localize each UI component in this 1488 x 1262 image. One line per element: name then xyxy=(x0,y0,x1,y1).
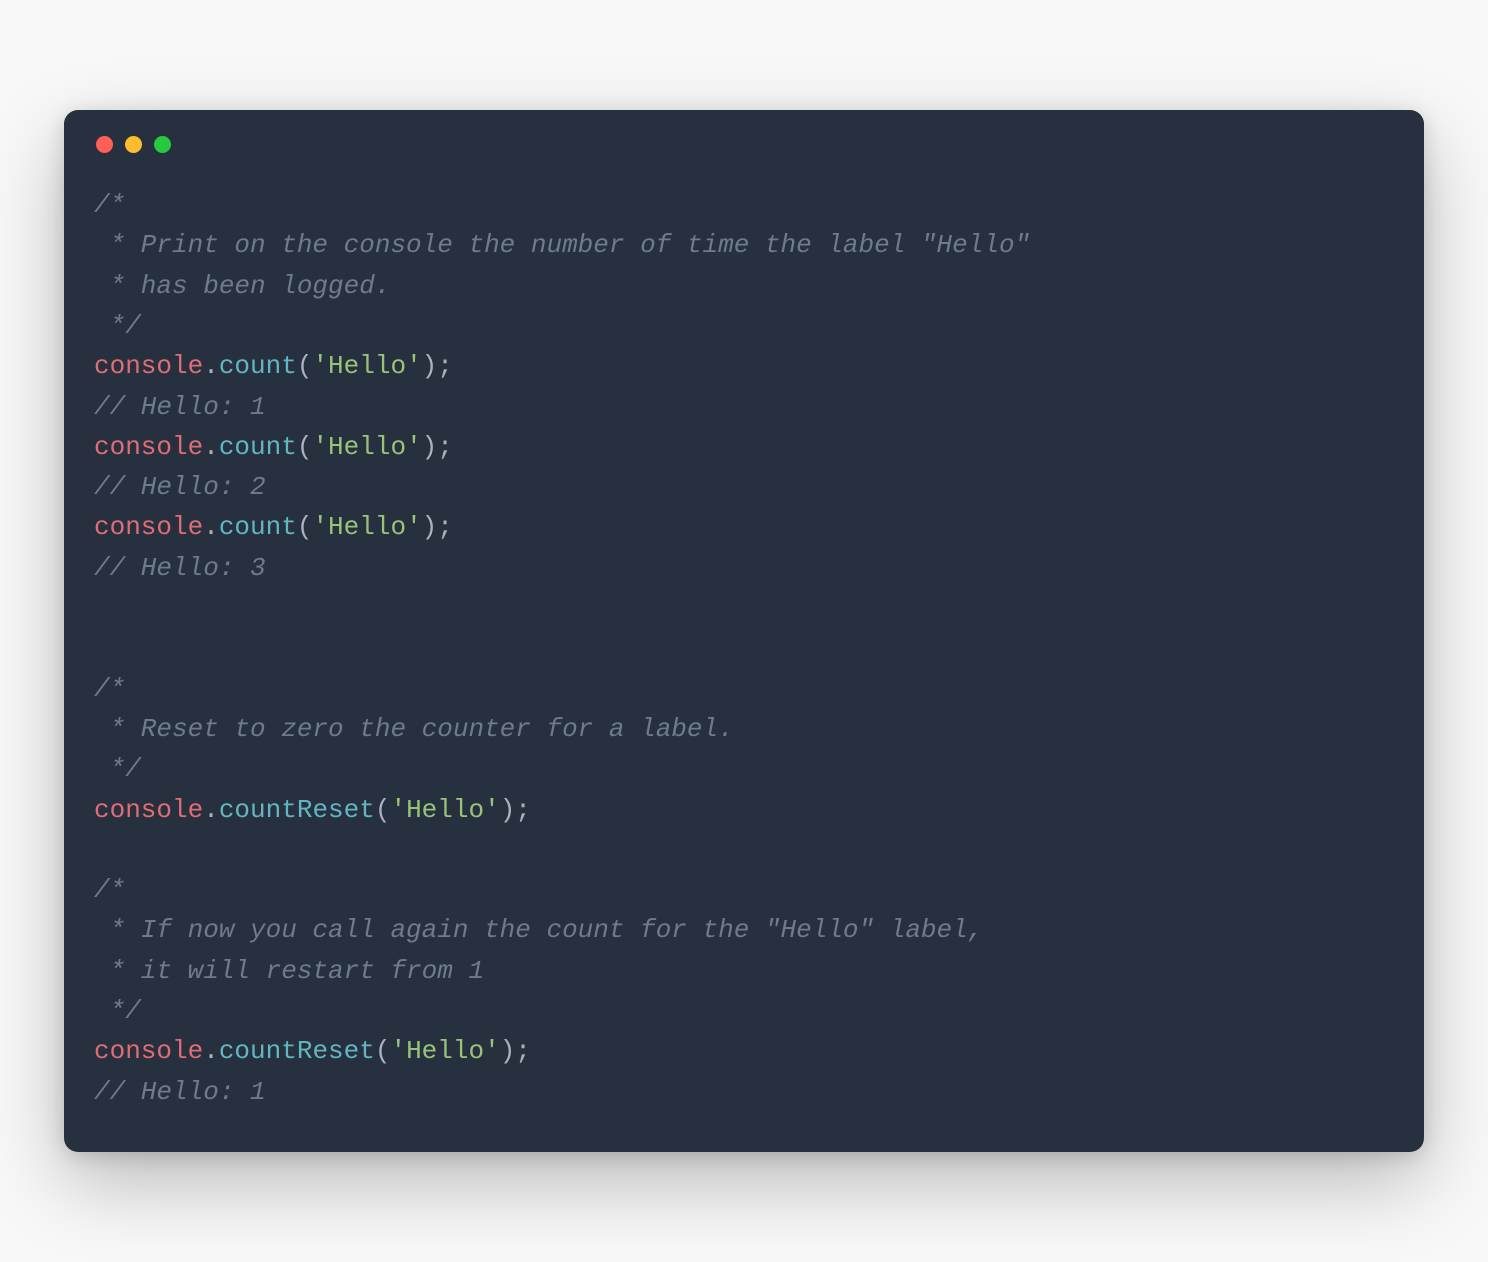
code-window: /* * Print on the console the number of … xyxy=(64,110,1424,1152)
zoom-icon[interactable] xyxy=(154,136,171,153)
page-canvas: /* * Print on the console the number of … xyxy=(0,0,1488,1262)
minimize-icon[interactable] xyxy=(125,136,142,153)
close-icon[interactable] xyxy=(96,136,113,153)
code-block: /* * Print on the console the number of … xyxy=(94,185,1394,1112)
window-titlebar xyxy=(94,136,1394,185)
